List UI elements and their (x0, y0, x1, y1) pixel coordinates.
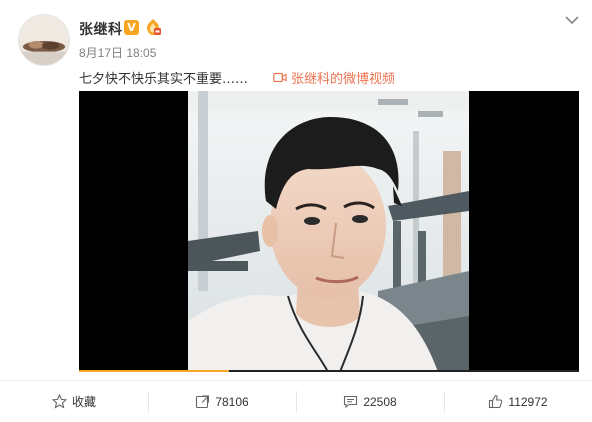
like-button[interactable]: 112972 (444, 390, 592, 413)
chevron-down-icon[interactable] (564, 14, 580, 26)
comment-button[interactable]: 22508 (296, 390, 444, 413)
favorite-button[interactable]: 收藏 (0, 391, 148, 413)
video-camera-icon (273, 72, 287, 83)
like-count: 112972 (508, 394, 548, 409)
repost-icon (196, 395, 210, 409)
video-source-link[interactable]: 张继科的微博视频 (273, 68, 395, 87)
weibo-post-card: 张继科 V 8月17日 18:05 七夕快不快乐其实不重要…… 张继科的微博视频 (0, 0, 592, 422)
author-name[interactable]: 张继科 (79, 19, 123, 39)
video-progress-track[interactable] (79, 370, 579, 372)
video-link-label: 张继科的微博视频 (291, 72, 396, 87)
post-timestamp[interactable]: 8月17日 18:05 (79, 44, 156, 61)
video-player[interactable] (79, 91, 579, 372)
thumbs-up-icon (489, 394, 503, 409)
verified-badge: V (124, 20, 139, 35)
avatar-image (19, 15, 69, 65)
vip-fan-icon[interactable] (144, 18, 162, 36)
post-text: 七夕快不快乐其实不重要…… (79, 72, 249, 87)
repost-count: 78106 (215, 394, 249, 409)
video-still-image (188, 91, 469, 372)
repost-button[interactable]: 78106 (148, 390, 296, 413)
video-progress-fill (79, 370, 229, 372)
comment-icon (344, 395, 358, 409)
author-avatar[interactable] (18, 14, 70, 66)
comment-count: 22508 (363, 394, 397, 409)
star-icon (51, 394, 67, 409)
video-frame (188, 91, 469, 372)
action-bar: 收藏 78106 22508 112972 (0, 380, 592, 422)
favorite-label: 收藏 (71, 395, 96, 409)
